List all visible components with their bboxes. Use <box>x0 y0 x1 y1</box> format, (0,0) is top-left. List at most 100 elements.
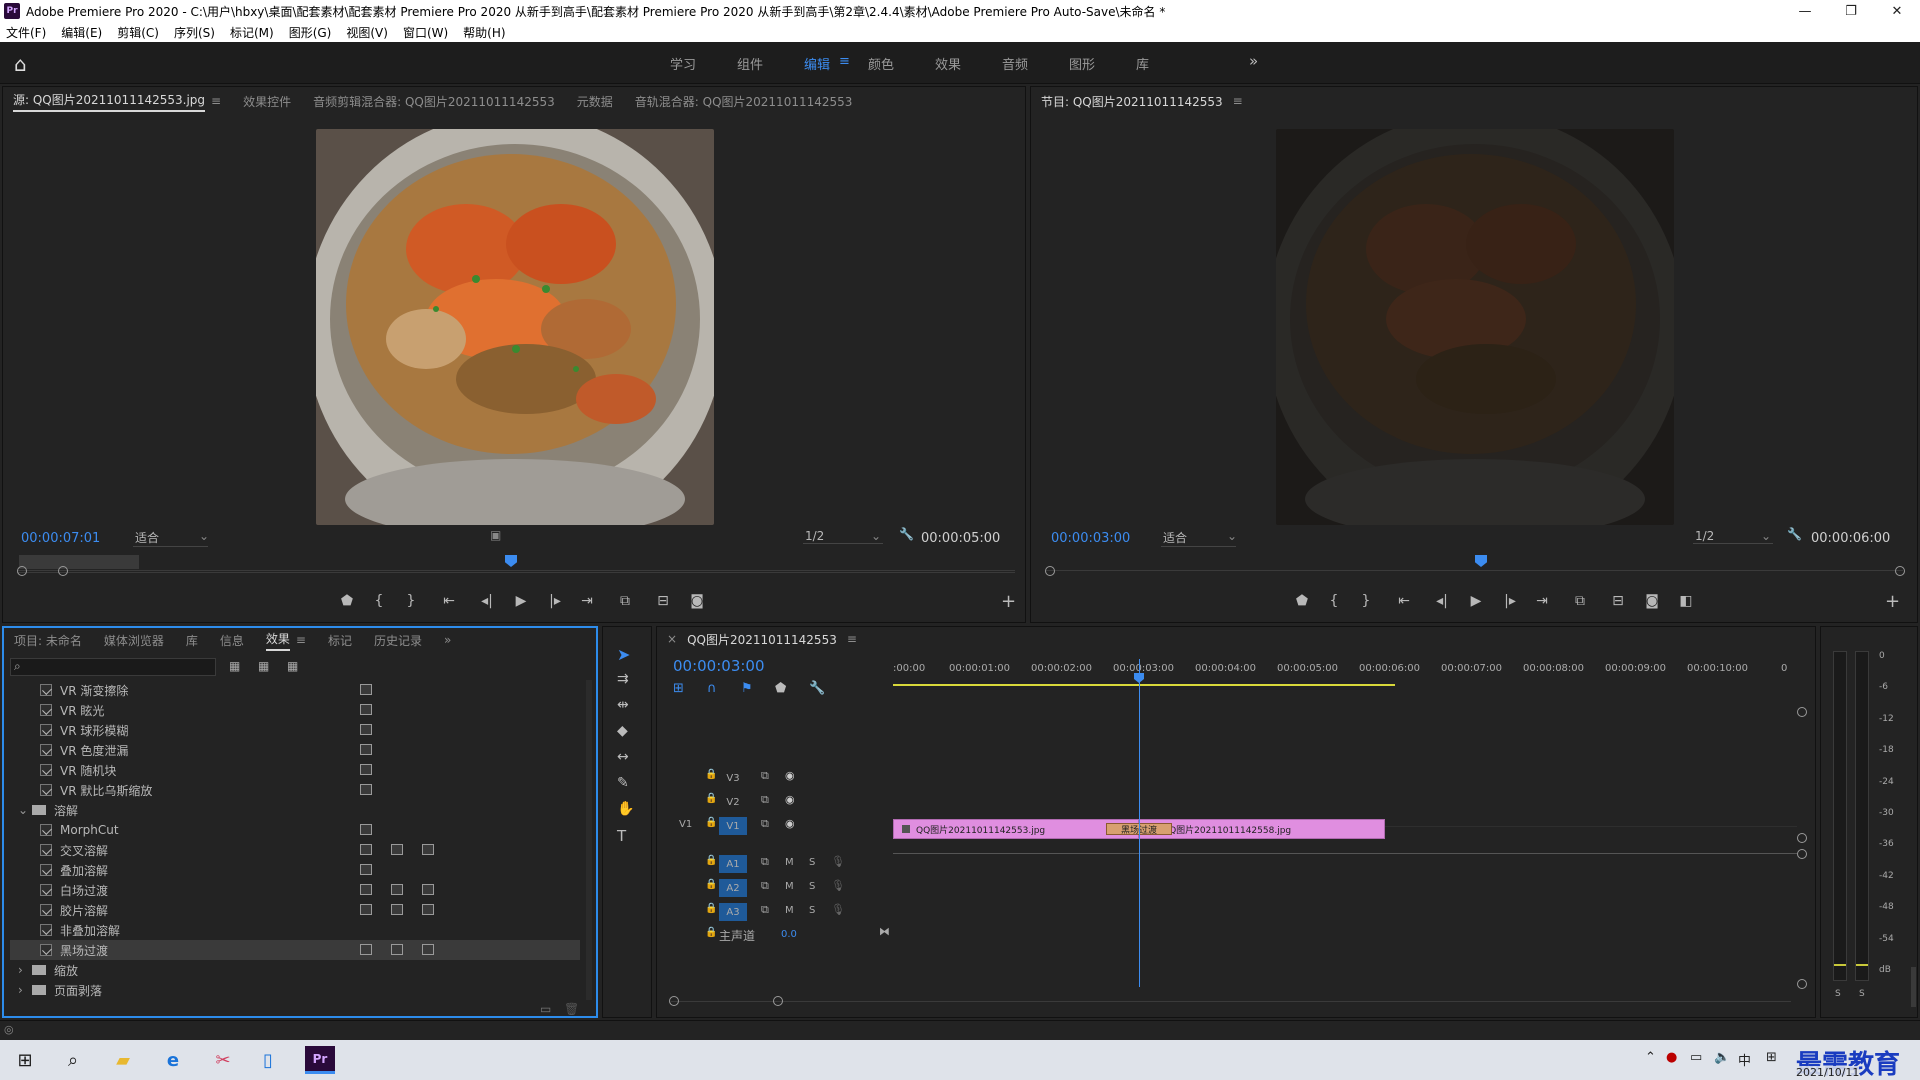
solo-left-button[interactable]: S <box>1835 989 1841 999</box>
program-video-frame[interactable] <box>1276 129 1674 525</box>
yuv-effects-icon[interactable]: ▦ <box>287 659 298 673</box>
workspace-tab-audio[interactable]: 音频 <box>1002 54 1028 73</box>
delete-icon[interactable]: 🗑 <box>564 1002 579 1016</box>
video-track-label[interactable]: V1 <box>719 817 747 835</box>
edge-icon[interactable]: e <box>160 1048 186 1072</box>
mark-out-icon[interactable]: } <box>395 593 427 609</box>
effects-item[interactable]: 叠加溶解 <box>10 860 580 880</box>
wrench-icon[interactable]: 🔧 <box>1787 527 1802 541</box>
scroll-handle[interactable] <box>1797 707 1807 717</box>
timeline-playhead[interactable] <box>1139 659 1140 987</box>
zoom-handle-left[interactable] <box>669 996 679 1006</box>
play-icon[interactable]: ▶ <box>503 593 539 609</box>
wrench-icon[interactable]: 🔧 <box>809 681 843 696</box>
sync-lock-icon[interactable]: ⧉ <box>761 769 769 783</box>
source-playhead[interactable] <box>505 555 517 567</box>
ime-indicator[interactable]: 中 <box>1738 1050 1751 1069</box>
audio-track-label[interactable]: A3 <box>719 903 747 921</box>
lock-icon[interactable]: 🔒 <box>705 793 717 804</box>
ripple-edit-tool-icon[interactable]: ⇹ <box>617 697 629 713</box>
insert-icon[interactable]: ⧉ <box>603 593 647 609</box>
effects-folder[interactable]: › 缩放 <box>10 960 580 980</box>
export-frame-icon[interactable]: ◙ <box>1634 593 1670 609</box>
tab-info[interactable]: 信息 <box>220 632 244 649</box>
audio-track-label[interactable]: A2 <box>719 879 747 897</box>
effects-item[interactable]: 胶片溶解 <box>10 900 580 920</box>
go-to-in-icon[interactable]: ⇤ <box>427 593 471 609</box>
mark-in-icon[interactable]: { <box>1318 593 1350 609</box>
step-forward-icon[interactable]: |▸ <box>1494 593 1526 609</box>
workspace-tab-learn[interactable]: 学习 <box>670 54 696 73</box>
lock-icon[interactable]: 🔒 <box>705 769 717 780</box>
source-fit-dropdown[interactable]: 适合 <box>133 529 208 547</box>
panel-menu-icon[interactable]: ≡ <box>296 633 306 647</box>
close-icon[interactable]: × <box>667 632 677 646</box>
program-time-ruler[interactable] <box>1045 553 1903 571</box>
program-playhead[interactable] <box>1475 555 1487 567</box>
play-icon[interactable]: ▶ <box>1458 593 1494 609</box>
zoom-handle-left[interactable] <box>17 566 27 576</box>
lift-icon[interactable]: ⧉ <box>1558 593 1602 609</box>
lock-icon[interactable]: 🔒 <box>705 903 717 914</box>
go-to-out-icon[interactable]: ⇥ <box>1526 593 1558 609</box>
tab-libraries[interactable]: 库 <box>186 632 198 649</box>
step-back-icon[interactable]: ◂| <box>471 593 503 609</box>
selection-tool-icon[interactable]: ➤ <box>617 645 630 664</box>
tray-chevron-icon[interactable]: ⌃ <box>1645 1050 1656 1065</box>
workspace-tab-assembly[interactable]: 组件 <box>737 54 763 73</box>
eye-icon[interactable]: ◉ <box>785 793 795 806</box>
source-video-frame[interactable] <box>316 129 714 525</box>
tab-history[interactable]: 历史记录 <box>374 632 422 649</box>
menu-clip[interactable]: 剪辑(C) <box>117 24 159 41</box>
timeline-timecode[interactable]: 00:00:03:00 <box>673 657 765 675</box>
extract-icon[interactable]: ⊟ <box>1602 593 1634 609</box>
sync-lock-icon[interactable]: ⧉ <box>761 879 769 893</box>
timeline-clip[interactable]: QQ图片20211011142558.jpg <box>1139 819 1385 839</box>
tab-media-browser[interactable]: 媒体浏览器 <box>104 632 164 649</box>
effects-item[interactable]: 交叉溶解 <box>10 840 580 860</box>
video-track-label[interactable]: V2 <box>719 793 747 811</box>
panel-menu-icon[interactable]: ≡ <box>1233 94 1243 108</box>
nest-icon[interactable]: ⊞ <box>673 681 707 696</box>
workspace-tab-color[interactable]: 颜色 <box>868 54 894 73</box>
effects-search-input[interactable]: ⌕ <box>10 658 216 676</box>
audio-track-label[interactable]: A1 <box>719 855 747 873</box>
tab-source[interactable]: 源: QQ图片20211011142553.jpg <box>13 91 206 112</box>
microphone-icon[interactable]: 🎙 <box>831 855 845 868</box>
source-playhead-timecode[interactable]: 00:00:07:01 <box>21 531 100 546</box>
windows-start-icon[interactable]: ⊞ <box>12 1048 38 1072</box>
mute-button[interactable]: M <box>785 857 794 868</box>
maximize-button[interactable]: ❐ <box>1828 0 1874 22</box>
menu-edit[interactable]: 编辑(E) <box>61 24 102 41</box>
effects-item[interactable]: VR 随机块 <box>10 760 580 780</box>
solo-button[interactable]: S <box>809 905 815 916</box>
tab-markers[interactable]: 标记 <box>328 632 352 649</box>
workspace-tab-graphics[interactable]: 图形 <box>1069 54 1095 73</box>
overwrite-icon[interactable]: ⊟ <box>647 593 679 609</box>
effects-folder[interactable]: ⌄ 溶解 <box>10 800 580 820</box>
work-area-bar[interactable] <box>893 684 1395 686</box>
horizontal-zoom-bar[interactable] <box>671 1001 1791 1002</box>
tab-audio-track-mixer[interactable]: 音轨混合器: QQ图片20211011142553 <box>635 93 853 110</box>
type-tool-icon[interactable]: T <box>617 827 626 845</box>
effects-item[interactable]: VR 眩光 <box>10 700 580 720</box>
go-to-out-icon[interactable]: ⇥ <box>571 593 603 609</box>
sync-lock-icon[interactable]: ⧉ <box>761 855 769 869</box>
new-bin-icon[interactable]: ▭ <box>540 1002 551 1016</box>
effects-item[interactable]: MorphCut <box>10 820 580 840</box>
panel-menu-icon[interactable]: ≡ <box>211 94 221 108</box>
tab-metadata[interactable]: 元数据 <box>577 93 613 110</box>
scroll-handle[interactable] <box>1797 849 1807 859</box>
source-time-ruler[interactable] <box>17 553 1015 571</box>
effects-scrollbar[interactable] <box>586 680 592 1000</box>
zoom-handle-left[interactable] <box>1045 566 1055 576</box>
solo-button[interactable]: S <box>809 857 815 868</box>
go-to-in-icon[interactable]: ⇤ <box>1382 593 1426 609</box>
effects-item[interactable]: 非叠加溶解 <box>10 920 580 940</box>
eye-icon[interactable]: ◉ <box>785 817 795 830</box>
panel-overflow-icon[interactable]: » <box>444 633 451 647</box>
snap-icon[interactable]: ∩ <box>707 681 741 696</box>
eye-icon[interactable]: ◉ <box>785 769 795 782</box>
solo-button[interactable]: S <box>809 881 815 892</box>
network-icon[interactable]: ▭ <box>1690 1050 1702 1065</box>
